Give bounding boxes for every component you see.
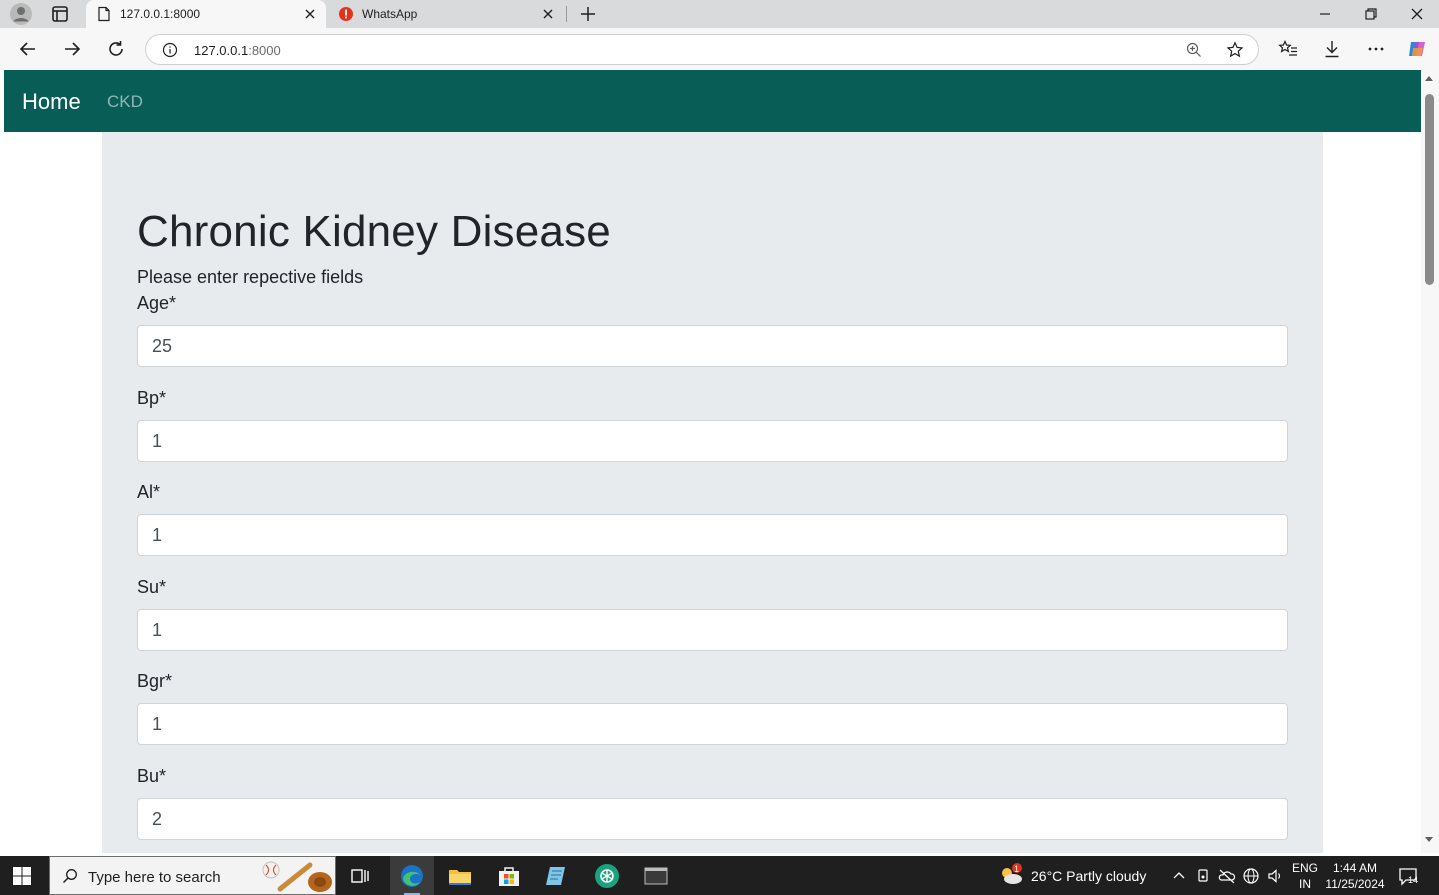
clock-date: 11/25/2024 bbox=[1325, 877, 1385, 891]
clock-time: 1:44 AM bbox=[1332, 861, 1378, 875]
new-tab-icon[interactable] bbox=[578, 4, 598, 24]
nav-ckd-link[interactable]: CKD bbox=[107, 92, 143, 112]
weather-alert-badge: 1 bbox=[1014, 864, 1020, 874]
scrollbar-thumb[interactable] bbox=[1425, 94, 1434, 285]
windows-start-icon[interactable] bbox=[12, 866, 32, 886]
profile-icon[interactable] bbox=[10, 3, 32, 25]
site-info-icon[interactable] bbox=[162, 42, 178, 58]
close-tab-icon[interactable] bbox=[302, 6, 318, 22]
volume-icon[interactable] bbox=[1266, 867, 1284, 885]
browser-toolbar: 127.0.0.1:8000 bbox=[0, 28, 1439, 70]
bp-input[interactable] bbox=[137, 420, 1288, 462]
bu-label: Bu* bbox=[137, 766, 167, 786]
terminal-app-icon[interactable] bbox=[642, 862, 670, 890]
nav-home-link[interactable]: Home bbox=[22, 89, 81, 115]
windows-taskbar: Type here to search 1 26°C Partly cloudy… bbox=[0, 856, 1439, 895]
notepad-app-icon[interactable] bbox=[543, 862, 571, 890]
tab-whatsapp[interactable]: WhatsApp bbox=[328, 0, 564, 28]
age-label: Age* bbox=[137, 293, 177, 313]
site-navbar: Home CKD bbox=[4, 70, 1421, 132]
file-explorer-icon[interactable] bbox=[446, 862, 474, 890]
bp-label: Bp* bbox=[137, 388, 167, 408]
device-icon[interactable] bbox=[1194, 867, 1212, 885]
tab-title: 127.0.0.1:8000 bbox=[120, 7, 201, 21]
onedrive-offline-icon[interactable] bbox=[1218, 867, 1236, 885]
su-input[interactable] bbox=[137, 609, 1288, 651]
reload-icon[interactable] bbox=[105, 38, 127, 60]
restore-icon[interactable] bbox=[1361, 4, 1381, 24]
edge-browser-icon bbox=[401, 865, 423, 887]
taskbar-edge-app[interactable] bbox=[390, 856, 434, 895]
bgr-input[interactable] bbox=[137, 703, 1288, 745]
favorites-icon[interactable] bbox=[1278, 39, 1298, 59]
tab-title: WhatsApp bbox=[362, 7, 418, 21]
minimize-icon[interactable] bbox=[1315, 4, 1335, 24]
bu-input[interactable] bbox=[137, 798, 1288, 840]
whatsapp-alert-icon bbox=[339, 7, 353, 21]
region-code: IN bbox=[1299, 877, 1311, 891]
chatgpt-app-icon[interactable] bbox=[593, 862, 621, 890]
more-menu-icon[interactable] bbox=[1366, 39, 1386, 59]
weather-icon[interactable] bbox=[998, 862, 1024, 888]
input-language-indicator[interactable]: ENG IN bbox=[1292, 860, 1318, 892]
close-tab-icon[interactable] bbox=[540, 6, 556, 22]
al-input[interactable] bbox=[137, 514, 1288, 556]
search-icon bbox=[62, 869, 77, 884]
forward-icon[interactable] bbox=[61, 38, 83, 60]
form-container: Chronic Kidney Disease Please enter repe… bbox=[102, 132, 1323, 853]
al-label: Al* bbox=[137, 482, 161, 502]
close-window-icon[interactable] bbox=[1407, 4, 1427, 24]
browser-tab-strip: 127.0.0.1:8000 WhatsApp bbox=[0, 0, 1439, 28]
tab-separator bbox=[566, 6, 567, 22]
age-input[interactable] bbox=[137, 325, 1288, 367]
network-globe-icon[interactable] bbox=[1242, 867, 1260, 885]
bgr-label: Bgr* bbox=[137, 671, 173, 691]
task-view-icon[interactable] bbox=[346, 862, 374, 890]
taskbar-search-box[interactable]: Type here to search bbox=[49, 856, 336, 895]
taskbar-clock[interactable]: 1:44 AM 11/25/2024 bbox=[1324, 860, 1386, 892]
page-icon bbox=[98, 6, 110, 22]
microsoft-store-icon[interactable] bbox=[495, 862, 523, 890]
search-placeholder: Type here to search bbox=[88, 869, 221, 886]
downloads-icon[interactable] bbox=[1322, 39, 1342, 59]
favorite-star-icon[interactable] bbox=[1226, 41, 1244, 59]
scroll-up-arrow-icon[interactable] bbox=[1425, 76, 1433, 81]
search-highlight-baseball-icon bbox=[262, 861, 332, 892]
page-scrollbar[interactable] bbox=[1421, 70, 1439, 853]
notification-count: 14 bbox=[1408, 875, 1419, 885]
address-bar[interactable]: 127.0.0.1:8000 bbox=[145, 34, 1259, 65]
language-code: ENG bbox=[1292, 861, 1319, 875]
page-viewport: Home CKD Chronic Kidney Disease Please e… bbox=[4, 70, 1421, 853]
show-hidden-icons-chevron-up-icon[interactable] bbox=[1170, 867, 1188, 885]
notification-center-button[interactable]: 14 bbox=[1397, 865, 1421, 889]
page-title: Chronic Kidney Disease bbox=[137, 207, 611, 256]
weather-text[interactable]: 26°C Partly cloudy bbox=[1031, 868, 1146, 884]
zoom-icon[interactable] bbox=[1186, 42, 1202, 58]
copilot-icon[interactable] bbox=[1407, 39, 1427, 59]
tab-localhost[interactable]: 127.0.0.1:8000 bbox=[86, 0, 326, 28]
back-icon[interactable] bbox=[17, 38, 39, 60]
scroll-down-arrow-icon[interactable] bbox=[1425, 837, 1433, 842]
su-label: Su* bbox=[137, 577, 167, 597]
form-subtitle: Please enter repective fields bbox=[137, 267, 364, 287]
tab-actions-icon[interactable] bbox=[49, 3, 71, 25]
url-text: 127.0.0.1:8000 bbox=[194, 43, 281, 58]
